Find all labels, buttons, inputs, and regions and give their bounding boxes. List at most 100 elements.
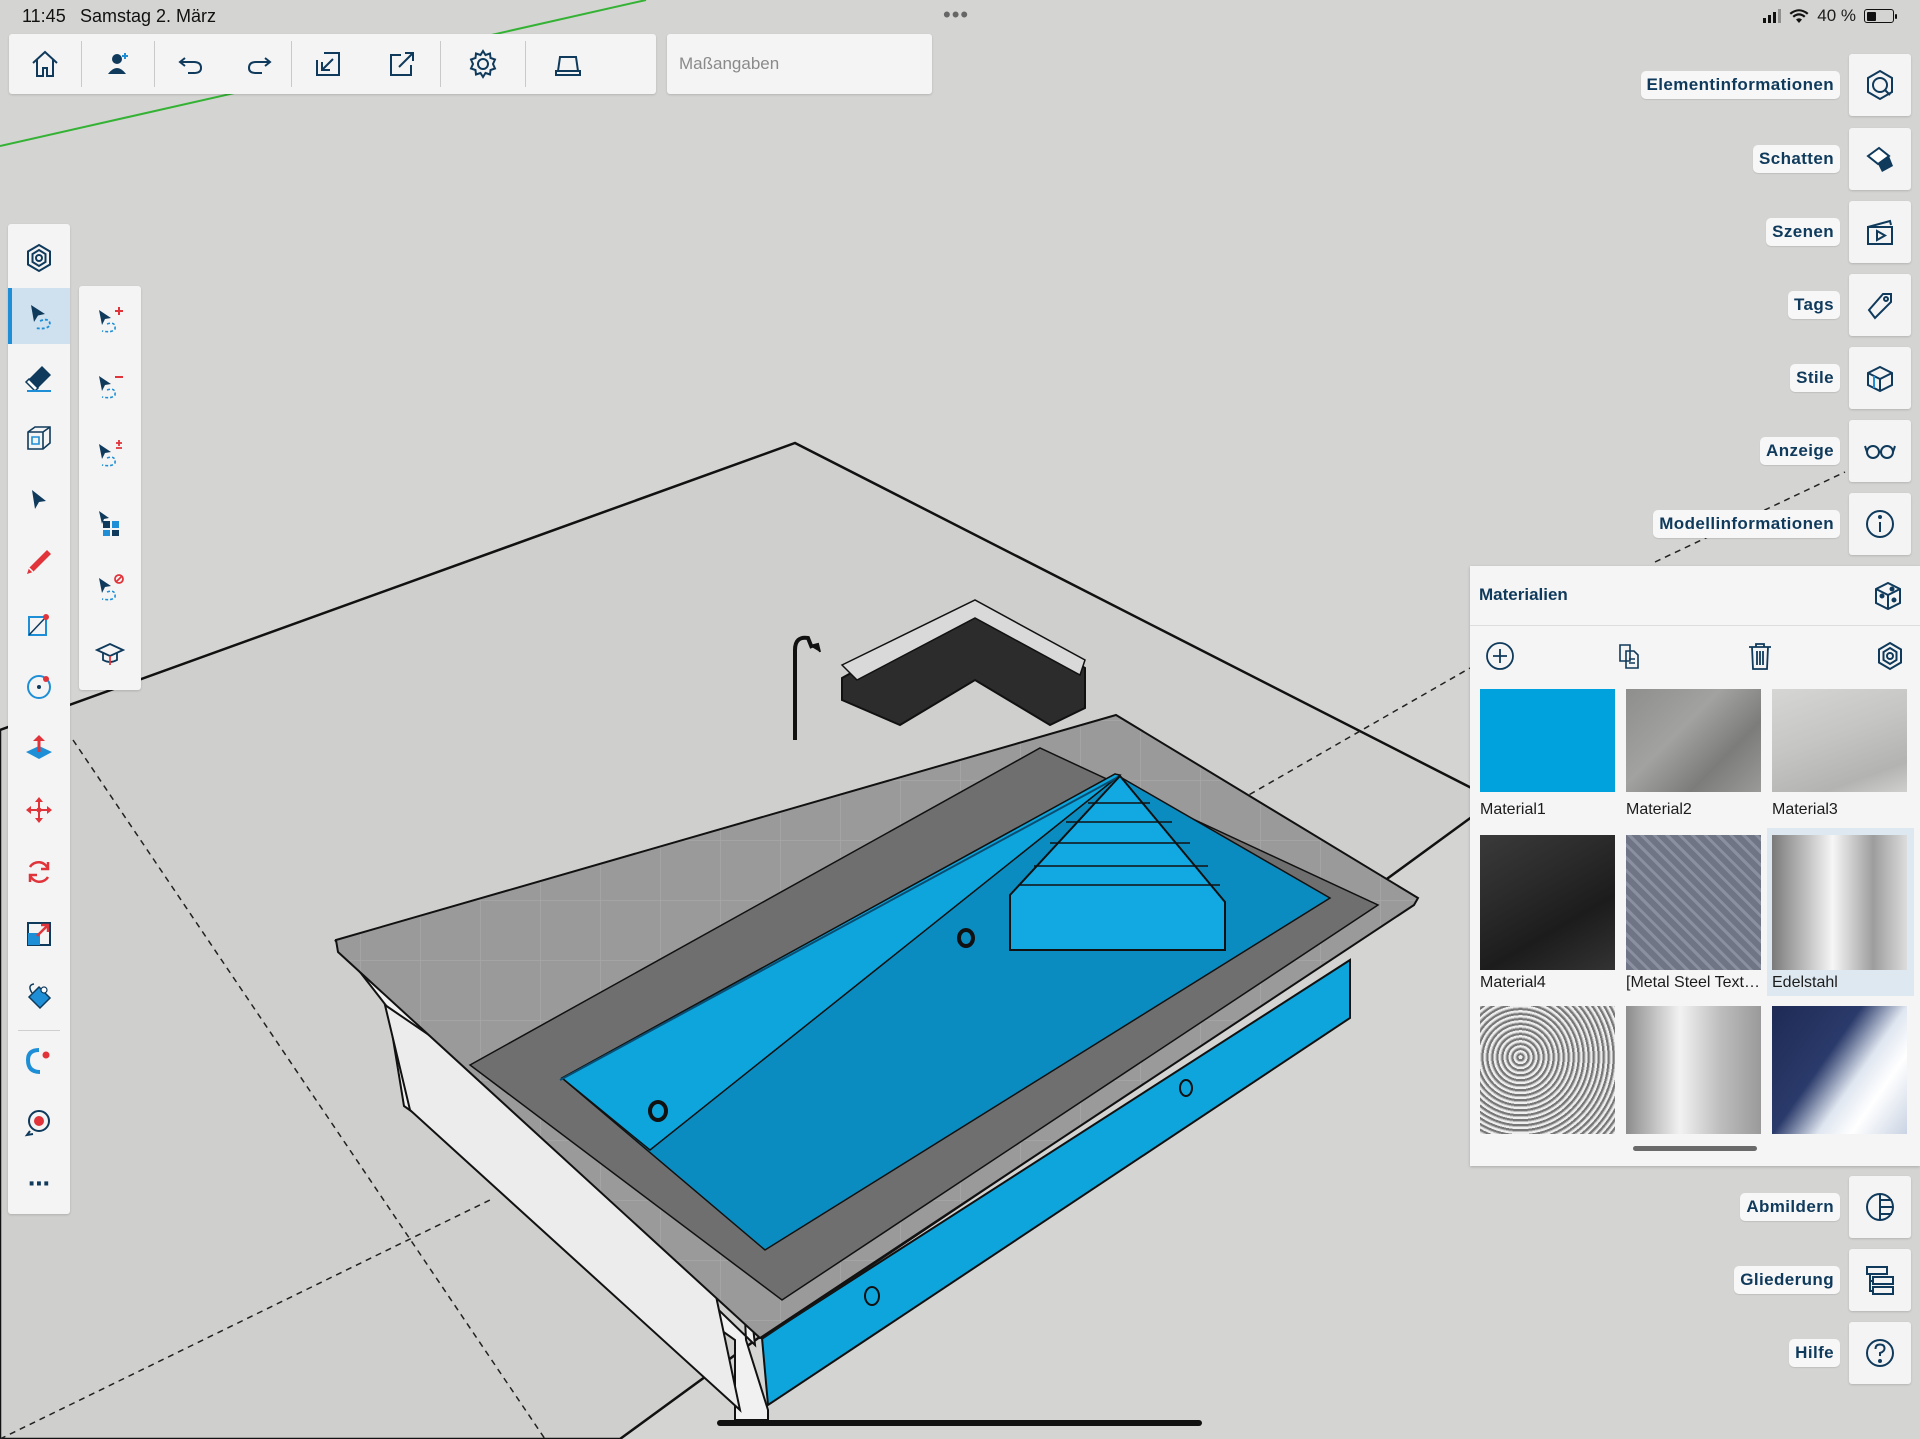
material-name: Material2 [1626,801,1692,818]
status-date: Samstag 2. März [80,6,217,26]
select-subtract-button[interactable] [79,358,141,414]
tape-measure-icon [24,1110,50,1137]
move-tool-button[interactable] [8,782,70,838]
home-indicator[interactable] [717,1420,1202,1426]
import-button[interactable] [292,34,364,94]
select-tool-button[interactable] [8,288,70,344]
eraser-tool-button[interactable] [8,350,70,406]
shadows-button[interactable] [1849,128,1911,190]
tag-icon [1867,293,1892,320]
panel-label-outliner[interactable]: Gliederung [1734,1266,1840,1294]
select-none-button[interactable] [79,560,141,616]
styles-button[interactable] [1849,347,1911,409]
soften-button[interactable] [1849,1176,1911,1238]
material-tile-selected[interactable]: Edelstahl [1767,828,1914,996]
panel-label-help[interactable]: Hilfe [1789,1339,1840,1367]
select-all-button[interactable] [79,494,141,550]
undo-icon [178,57,203,74]
home-button[interactable] [9,34,81,94]
select-add-button[interactable] [79,292,141,348]
battery-level [1866,11,1877,21]
material-swatch[interactable] [1626,1006,1761,1134]
material-tile[interactable] [1616,1006,1763,1141]
redo-icon [247,57,272,74]
pencil-case-button[interactable] [526,34,610,94]
material-swatch[interactable] [1626,689,1761,792]
material-swatch[interactable] [1772,1006,1907,1134]
measurements-box[interactable] [667,34,932,94]
push-pull-tool-button[interactable] [8,720,70,776]
panel-label-entity-info[interactable]: Elementinformationen [1640,71,1840,99]
panel-label-scenes[interactable]: Szenen [1766,218,1840,246]
add-person-button[interactable] [82,34,154,94]
material-tile[interactable]: Material3 [1762,689,1909,829]
select-tool-icon [31,305,51,330]
select-none-icon [99,574,124,601]
component-tool-button[interactable] [8,410,70,466]
outliner-button[interactable] [1849,1249,1911,1311]
entity-info-button[interactable] [1849,54,1911,116]
tags-button[interactable] [1849,274,1911,336]
materials-icon[interactable] [1870,578,1906,614]
material-name: Material3 [1772,801,1838,818]
panel-label-model-info[interactable]: Modellinformationen [1653,510,1840,538]
panel-label-shadows[interactable]: Schatten [1753,145,1840,173]
material-tile[interactable]: [Metal Steel Text… [1616,831,1763,991]
material-swatch[interactable] [1772,835,1907,970]
select-toggle-icon [99,440,122,467]
material-swatch[interactable] [1480,1006,1615,1134]
rectangle-tool-button[interactable] [8,596,70,652]
measurements-input[interactable] [679,54,920,74]
line-tool-button[interactable] [8,534,70,590]
search-tool-button[interactable] [8,230,70,286]
model-info-button[interactable] [1849,493,1911,555]
tape-measure-tool-button[interactable] [8,1094,70,1150]
scenes-button[interactable] [1849,201,1911,263]
add-material-button[interactable] [1480,636,1520,676]
help-icon [1866,1339,1894,1367]
multitask-dots[interactable]: ••• [943,2,969,28]
instructor-button[interactable] [79,626,141,682]
material-tile[interactable]: Material2 [1616,689,1763,829]
settings-button[interactable] [441,34,525,94]
select-sub-toolbar [79,286,141,690]
duplicate-material-icon [1619,644,1639,669]
material-tile[interactable]: Material4 [1470,831,1617,991]
rotate-icon [28,860,50,884]
material-swatch[interactable] [1480,689,1615,792]
sample-material-button[interactable] [1870,636,1910,676]
material-tile[interactable]: Material1 [1470,689,1617,829]
rotate-tool-button[interactable] [8,844,70,900]
export-button[interactable] [364,34,440,94]
export-icon [390,52,414,76]
material-swatch[interactable] [1772,689,1907,792]
redo-button[interactable] [227,34,291,94]
panel-label-soften[interactable]: Abmildern [1740,1193,1840,1221]
cursor-tool-button[interactable] [8,472,70,528]
glasses-icon [1864,445,1896,459]
material-tile[interactable] [1470,1006,1617,1141]
material-tile[interactable] [1762,1006,1909,1141]
paint-bucket-tool-button[interactable] [8,968,70,1024]
material-name: Edelstahl [1772,974,1838,991]
material-swatch[interactable] [1626,835,1761,970]
materials-scrollbar[interactable] [1633,1146,1757,1151]
panel-label-styles[interactable]: Stile [1790,364,1840,392]
material-swatch[interactable] [1480,835,1615,970]
select-subtract-icon [99,376,123,399]
duplicate-material-button[interactable] [1609,636,1649,676]
circle-tool-button[interactable] [8,658,70,714]
more-tools-button[interactable]: ⋯ [8,1156,70,1212]
display-button[interactable] [1849,420,1911,482]
push-pull-icon [26,735,52,759]
panel-label-tags[interactable]: Tags [1787,291,1840,319]
undo-button[interactable] [155,34,227,94]
select-toggle-button[interactable] [79,426,141,482]
panel-label-display[interactable]: Anzeige [1760,437,1840,465]
delete-material-button[interactable] [1740,636,1780,676]
scale-tool-button[interactable] [8,906,70,962]
help-button[interactable] [1849,1322,1911,1384]
sample-material-icon [1878,641,1902,671]
follow-me-tool-button[interactable] [8,1032,70,1088]
material-name: [Metal Steel Text… [1626,974,1760,991]
